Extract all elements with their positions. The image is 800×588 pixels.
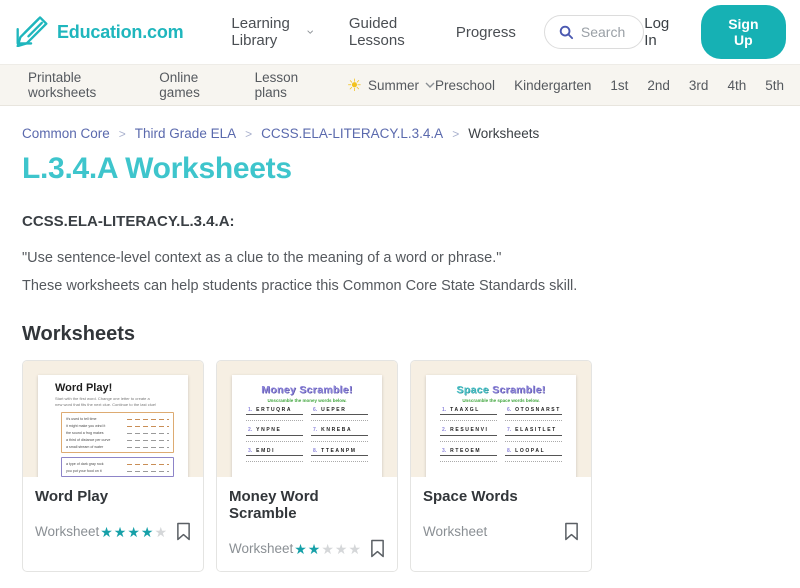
worksheet-thumbnail: Space Scramble! Unscramble the space wor… xyxy=(411,361,591,477)
breadcrumb-current: Worksheets xyxy=(468,126,540,141)
card-type-label: Worksheet xyxy=(423,524,488,539)
bookmark-icon[interactable] xyxy=(176,522,191,541)
bookmark-icon[interactable] xyxy=(564,522,579,541)
worksheet-card-space-words[interactable]: Space Scramble! Unscramble the space wor… xyxy=(410,360,592,572)
top-header: Education.com Learning Library Guided Le… xyxy=(0,0,800,64)
breadcrumb-separator: > xyxy=(245,126,253,141)
grade-preschool[interactable]: Preschool xyxy=(435,78,495,93)
nav-learning-library[interactable]: Learning Library xyxy=(231,15,313,49)
breadcrumb-common-core[interactable]: Common Core xyxy=(22,126,110,141)
chevron-down-icon xyxy=(306,30,313,34)
answer-blanks xyxy=(127,438,169,441)
sun-icon: ☀ xyxy=(346,75,362,95)
grade-2nd[interactable]: 2nd xyxy=(647,78,670,93)
grade-links: Preschool Kindergarten 1st 2nd 3rd 4th 5… xyxy=(435,78,784,93)
chevron-down-icon xyxy=(425,82,435,88)
page-title: L.3.4.A Worksheets xyxy=(22,152,292,185)
subnav-printable-worksheets[interactable]: Printable worksheets xyxy=(28,70,135,100)
breadcrumb-third-grade-ela[interactable]: Third Grade ELA xyxy=(135,126,236,141)
star-rating: ★ ★ ★ ★ ★ xyxy=(294,540,361,557)
grade-1st[interactable]: 1st xyxy=(610,78,628,93)
nav-guided-lessons[interactable]: Guided Lessons xyxy=(349,15,420,49)
logo-text: Education.com xyxy=(57,21,184,42)
thumb-heading: Space Scramble! xyxy=(456,384,546,396)
standard-quote: "Use sentence-level context as a clue to… xyxy=(22,250,502,266)
grade-5th[interactable]: 5th xyxy=(765,78,784,93)
secondary-nav: Printable worksheets Online games Lesson… xyxy=(0,64,800,106)
standard-description: These worksheets can help students pract… xyxy=(22,278,578,294)
star-rating: ★ ★ ★ ★ ★ xyxy=(100,523,167,540)
answer-blanks xyxy=(127,417,169,420)
scramble-word-list: 1. TAAXGL 6. OTOSNARST 2. RESUENVI 7. ELASIT… xyxy=(432,403,570,469)
breadcrumb: Common Core > Third Grade ELA > CCSS.ELA… xyxy=(22,126,800,141)
card-type-label: Worksheet xyxy=(35,524,100,539)
grade-4th[interactable]: 4th xyxy=(727,78,746,93)
answer-blanks xyxy=(127,445,169,448)
worksheet-thumbnail: Money Scramble! Unscramble the money wor… xyxy=(217,361,397,477)
subnav-summer[interactable]: ☀ Summer xyxy=(347,77,435,94)
word-ladder-box: it's used to tell time it might make you… xyxy=(61,412,174,453)
answer-blanks xyxy=(127,469,169,472)
search-icon xyxy=(559,25,573,39)
breadcrumb-separator: > xyxy=(118,126,126,141)
breadcrumb-standard[interactable]: CCSS.ELA-LITERACY.L.3.4.A xyxy=(261,126,443,141)
standard-label: CCSS.ELA-LITERACY.L.3.4.A: xyxy=(22,213,235,230)
word-ladder-box: a type of dark gray rock you put your fo… xyxy=(61,457,174,477)
signup-button[interactable]: Sign Up xyxy=(700,5,786,59)
subnav-lesson-plans[interactable]: Lesson plans xyxy=(255,70,323,100)
worksheet-grid: Word Play! Start with the first word. Ch… xyxy=(22,360,592,572)
answer-blanks xyxy=(127,462,169,465)
worksheet-card-money-word-scramble[interactable]: Money Scramble! Unscramble the money wor… xyxy=(216,360,398,572)
card-title: Money Word Scramble xyxy=(229,488,319,522)
bookmark-icon[interactable] xyxy=(370,539,385,558)
main-nav: Learning Library Guided Lessons Progress xyxy=(231,15,515,49)
nav-progress[interactable]: Progress xyxy=(456,24,516,41)
breadcrumb-separator: > xyxy=(452,126,460,141)
pencil-logo-icon xyxy=(14,13,50,52)
login-button[interactable]: Log In xyxy=(644,15,677,49)
search-placeholder: Search xyxy=(580,24,626,40)
card-title: Space Words xyxy=(423,488,518,505)
card-title: Word Play xyxy=(35,488,109,505)
subnav-online-games[interactable]: Online games xyxy=(159,70,230,100)
grade-kindergarten[interactable]: Kindergarten xyxy=(514,78,591,93)
answer-blanks xyxy=(127,431,169,434)
thumb-heading: Money Scramble! xyxy=(261,384,353,396)
grade-3rd[interactable]: 3rd xyxy=(689,78,709,93)
thumb-heading: Word Play! xyxy=(55,382,113,394)
scramble-word-list: 1. ERTUQRA 6. UEPER 2. YNPNE 7. KNREBA 3. EMD… xyxy=(238,403,376,469)
answer-blanks xyxy=(127,424,169,427)
education-logo[interactable]: Education.com xyxy=(14,13,184,52)
worksheet-thumbnail: Word Play! Start with the first word. Ch… xyxy=(23,361,203,477)
worksheet-card-word-play[interactable]: Word Play! Start with the first word. Ch… xyxy=(22,360,204,572)
search-input[interactable]: Search xyxy=(543,15,645,49)
section-title: Worksheets xyxy=(22,323,136,345)
card-type-label: Worksheet xyxy=(229,541,294,556)
